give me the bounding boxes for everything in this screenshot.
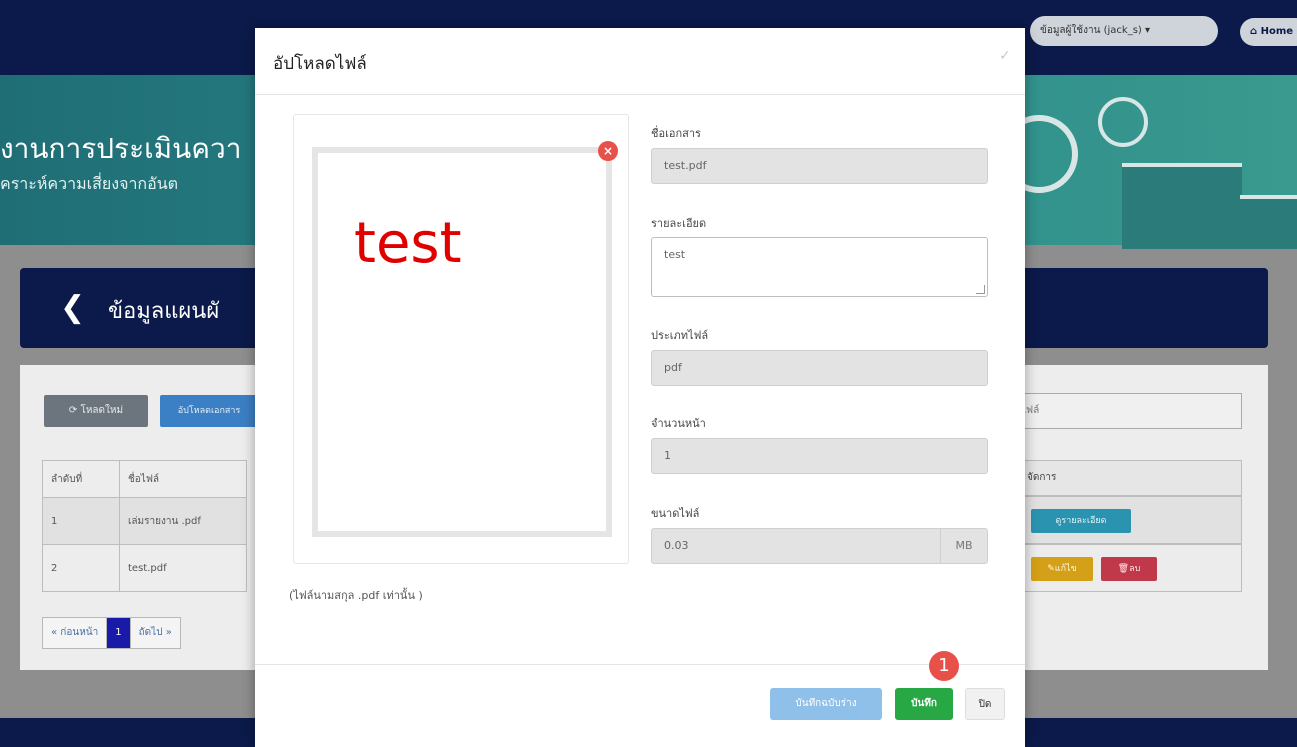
page-count-field[interactable]: 1 [651,438,988,474]
save-button[interactable]: บันทึก [895,688,953,720]
row-filename: test.pdf [119,544,247,592]
trash-icon: 🗑 [1117,564,1130,574]
home-button[interactable]: ⌂ Home [1240,18,1297,46]
col-header-no: ลำดับที่ [42,460,120,498]
detail-textarea[interactable]: test [651,237,988,297]
doc-name-label: ชื่อเอกสาร [651,127,701,140]
pager-next[interactable]: ถัดไป » [129,617,181,649]
resize-handle[interactable] [976,285,985,294]
remove-file-icon[interactable]: × [598,141,618,161]
file-table: ลำดับที่ ชื่อไฟล์ 1 เล่มรายงาน .pdf 2 te… [42,460,247,592]
file-preview: test × [293,114,629,564]
section-title: ข้อมูลแผนผั [108,299,220,324]
building-icon [1240,195,1297,249]
file-type-field[interactable]: pdf [651,350,988,386]
manage-cell: ✎แก้ไข 🗑ลบ [1018,544,1242,592]
file-size-value: 0.03 [664,539,689,552]
delete-button[interactable]: 🗑ลบ [1101,557,1157,581]
pager-page[interactable]: 1 [106,617,131,649]
shield-icon [1098,97,1148,147]
row-no: 2 [42,544,120,592]
pdf-preview-text: test [354,211,462,276]
modal-title: อัปโหลดไฟล์ [273,54,367,74]
doc-name-field[interactable]: test.pdf [651,148,988,184]
modal-header: อัปโหลดไฟล์ ✓ [255,28,1025,95]
table-row: 1 เล่มรายงาน .pdf [42,497,247,545]
refresh-icon: ⟳ [68,405,81,416]
upload-document-button[interactable]: อัปโหลดเอกสาร [160,395,258,427]
col-header-filename: ชื่อไฟล์ [119,460,247,498]
col-header-manage: จัดการ [1018,460,1242,496]
manage-cell: ดูรายละเอียด [1018,496,1242,544]
save-draft-button[interactable]: บันทึกฉบับร่าง [770,688,882,720]
file-size-label: ขนาดไฟล์ [651,507,700,520]
edit-label: แก้ไข [1054,564,1077,574]
upload-modal: อัปโหลดไฟล์ ✓ test × (ไฟล์นามสกุล .pdf เ… [255,28,1025,747]
delete-label: ลบ [1129,564,1141,574]
page-count-label: จำนวนหน้า [651,417,706,430]
reload-button[interactable]: ⟳ โหลดใหม่ [44,395,148,427]
pager-prev[interactable]: « ก่อนหน้า [42,617,108,649]
detail-button[interactable]: ดูรายละเอียด [1031,509,1131,533]
file-size-field[interactable]: 0.03 MB [651,528,988,564]
edit-icon: ✎ [1047,564,1055,574]
pagination: « ก่อนหน้า 1 ถัดไป » [42,617,181,649]
row-no: 1 [42,497,120,545]
building-icon [1122,163,1242,249]
file-type-note: (ไฟล์นามสกุล .pdf เท่านั้น ) [289,589,423,602]
search-input[interactable]: ไฟล์ [1012,393,1242,429]
detail-textarea-value: test [664,248,686,261]
reload-label: โหลดใหม่ [80,405,124,416]
modal-footer-divider [255,664,1025,665]
file-type-label: ประเภทไฟล์ [651,329,709,342]
home-icon: ⌂ [1250,26,1261,37]
table-row: 2 test.pdf [42,544,247,592]
step-marker-badge: 1 [929,651,959,681]
user-menu[interactable]: ข้อมูลผู้ใช้งาน (jack_s) ▾ [1030,16,1218,46]
close-icon[interactable]: ✓ [999,48,1011,64]
banner-subtitle: คราะห์ความเสี่ยงจากอันต [0,174,179,193]
table-header-row: ลำดับที่ ชื่อไฟล์ [42,460,247,498]
close-button[interactable]: ปิด [965,688,1005,720]
edit-button[interactable]: ✎แก้ไข [1031,557,1093,581]
detail-label: รายละเอียด [651,217,707,230]
home-label: Home [1260,26,1294,37]
back-chevron-icon[interactable]: ❮ [60,290,85,325]
file-size-unit: MB [940,529,987,563]
pdf-preview-page: test [312,147,612,537]
user-menu-label: ข้อมูลผู้ใช้งาน (jack_s) ▾ [1040,25,1151,36]
banner-title: งานการประเมินควา [0,132,242,165]
row-filename: เล่มรายงาน .pdf [119,497,247,545]
